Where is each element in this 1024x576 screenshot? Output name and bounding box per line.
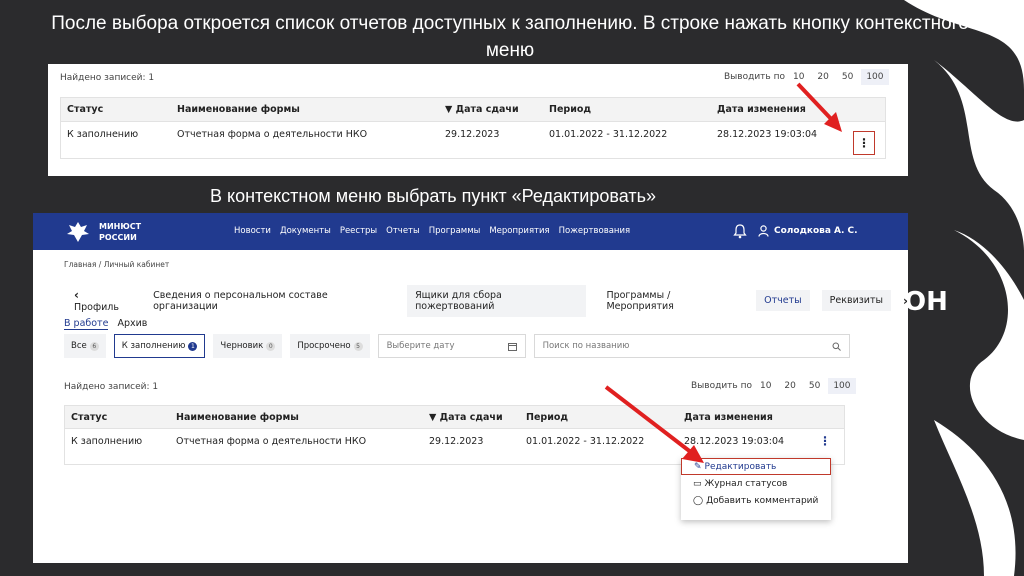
chevron-left-icon: ‹ bbox=[74, 288, 79, 302]
per-page-10[interactable]: 10 bbox=[755, 378, 776, 394]
records-found: Найдено записей: 1 bbox=[60, 73, 155, 83]
col-period[interactable]: Период bbox=[543, 98, 711, 121]
tab-personnel[interactable]: Сведения о персональном составе организа… bbox=[145, 285, 395, 317]
cell-form-name: Отчетная форма о деятельности НКО bbox=[177, 128, 368, 140]
col-status[interactable]: Статус bbox=[65, 406, 170, 428]
work-archive-tabs: В работе Архив bbox=[64, 318, 147, 330]
arrow-pointer-2 bbox=[604, 385, 704, 463]
svg-text:ОН: ОН bbox=[904, 287, 948, 317]
search-input[interactable]: Поиск по названию bbox=[533, 334, 850, 358]
nav-events[interactable]: Мероприятия bbox=[489, 226, 549, 236]
eagle-logo-icon bbox=[67, 222, 89, 242]
filter-overdue[interactable]: Просрочено 5 bbox=[290, 334, 370, 358]
search-icon bbox=[832, 342, 841, 351]
breadcrumb[interactable]: Главная / Личный кабинет bbox=[64, 260, 169, 269]
main-nav: Новости Документы Реестры Отчеты Програм… bbox=[234, 226, 639, 236]
per-page-label: Выводить по bbox=[724, 72, 785, 82]
site-screenshot: МИНЮСТ РОССИИ Новости Документы Реестры … bbox=[33, 213, 908, 563]
menu-item-add-comment[interactable]: ◯ Добавить комментарий bbox=[681, 492, 831, 509]
logo-text: МИНЮСТ РОССИИ bbox=[99, 222, 142, 242]
subtab-archive[interactable]: Архив bbox=[117, 318, 147, 330]
cell-due-date: 29.12.2023 bbox=[429, 435, 484, 447]
per-page-100[interactable]: 100 bbox=[861, 69, 889, 85]
nav-documents[interactable]: Документы bbox=[280, 226, 331, 236]
col-status[interactable]: Статус bbox=[61, 98, 171, 121]
cabinet-tabs: ‹ Профиль Сведения о персональном состав… bbox=[66, 283, 908, 318]
col-due-date[interactable]: ▼ Дата сдачи bbox=[423, 406, 520, 428]
more-vertical-icon: ⋮ bbox=[858, 136, 870, 150]
user-menu[interactable]: Солодкова А. С. bbox=[758, 225, 858, 237]
row-menu-button-highlight[interactable]: ⋮ bbox=[853, 131, 875, 155]
slide-title: После выбора откроется список отчетов до… bbox=[51, 13, 969, 61]
more-vertical-icon: ⋮ bbox=[819, 434, 831, 448]
per-page-selector: Выводить по 10 20 50 100 bbox=[691, 378, 856, 394]
date-picker-input[interactable]: Выберите дату bbox=[377, 334, 526, 358]
row-menu-button[interactable]: ⋮ bbox=[813, 429, 837, 453]
tab-reports[interactable]: Отчеты bbox=[756, 290, 810, 311]
comment-icon: ◯ bbox=[693, 495, 704, 506]
nav-donations[interactable]: Пожертвования bbox=[559, 226, 630, 236]
tab-donation-boxes[interactable]: Ящики для сбора пожертвований bbox=[407, 284, 587, 317]
table-row[interactable]: К заполнению Отчетная форма о деятельнос… bbox=[61, 122, 885, 146]
nav-reports[interactable]: Отчеты bbox=[386, 226, 420, 236]
col-form-name[interactable]: Наименование формы bbox=[171, 98, 439, 121]
cell-status: К заполнению bbox=[67, 128, 139, 140]
user-name: Солодкова А. С. bbox=[774, 226, 858, 236]
table-header: Статус Наименование формы ▼ Дата сдачи П… bbox=[61, 98, 885, 122]
subtab-in-work[interactable]: В работе bbox=[64, 318, 109, 330]
per-page-20[interactable]: 20 bbox=[779, 378, 800, 394]
reports-table: Статус Наименование формы ▼ Дата сдачи П… bbox=[64, 405, 845, 465]
per-page-100[interactable]: 100 bbox=[828, 378, 856, 394]
cell-period: 01.01.2022 - 31.12.2022 bbox=[549, 128, 668, 140]
records-found: Найдено записей: 1 bbox=[64, 382, 159, 392]
per-page-50[interactable]: 50 bbox=[804, 378, 825, 394]
nav-programs[interactable]: Программы bbox=[429, 226, 481, 236]
col-form-name[interactable]: Наименование формы bbox=[170, 406, 423, 428]
col-due-date[interactable]: ▼ Дата сдачи bbox=[439, 98, 543, 121]
tab-programs[interactable]: Программы / Мероприятия bbox=[598, 285, 744, 317]
arrow-pointer-1 bbox=[796, 82, 842, 132]
filter-all[interactable]: Все 6 bbox=[64, 334, 106, 358]
cell-form-name: Отчетная форма о деятельности НКО bbox=[176, 435, 367, 447]
table-header: Статус Наименование формы ▼ Дата сдачи П… bbox=[65, 406, 844, 429]
tab-back-profile[interactable]: ‹ Профиль bbox=[66, 283, 133, 318]
reports-list-panel: Найдено записей: 1 Выводить по 10 20 50 … bbox=[48, 64, 908, 176]
user-icon bbox=[758, 225, 769, 237]
filter-to-fill[interactable]: К заполнению 1 bbox=[113, 334, 206, 358]
log-icon: ▭ bbox=[693, 478, 702, 489]
filter-draft[interactable]: Черновик 0 bbox=[213, 334, 283, 358]
tab-requisites[interactable]: Реквизиты bbox=[821, 290, 892, 311]
nav-registries[interactable]: Реестры bbox=[340, 226, 377, 236]
table-row[interactable]: К заполнению Отчетная форма о деятельнос… bbox=[65, 429, 844, 453]
reports-table: Статус Наименование формы ▼ Дата сдачи П… bbox=[60, 97, 886, 159]
nav-news[interactable]: Новости bbox=[234, 226, 271, 236]
bell-icon[interactable] bbox=[733, 223, 747, 239]
menu-item-status-log[interactable]: ▭ Журнал статусов bbox=[681, 475, 831, 492]
calendar-icon bbox=[507, 342, 517, 351]
slide-subtitle: В контекстном меню выбрать пункт «Редакт… bbox=[210, 186, 656, 206]
chevron-right-icon[interactable]: › bbox=[903, 294, 908, 308]
cell-due-date: 29.12.2023 bbox=[445, 128, 500, 140]
site-header: МИНЮСТ РОССИИ Новости Документы Реестры … bbox=[33, 213, 908, 250]
filters-bar: Все 6 К заполнению 1 Черновик 0 Просрочено 5… bbox=[64, 334, 850, 358]
cell-status: К заполнению bbox=[71, 435, 143, 447]
